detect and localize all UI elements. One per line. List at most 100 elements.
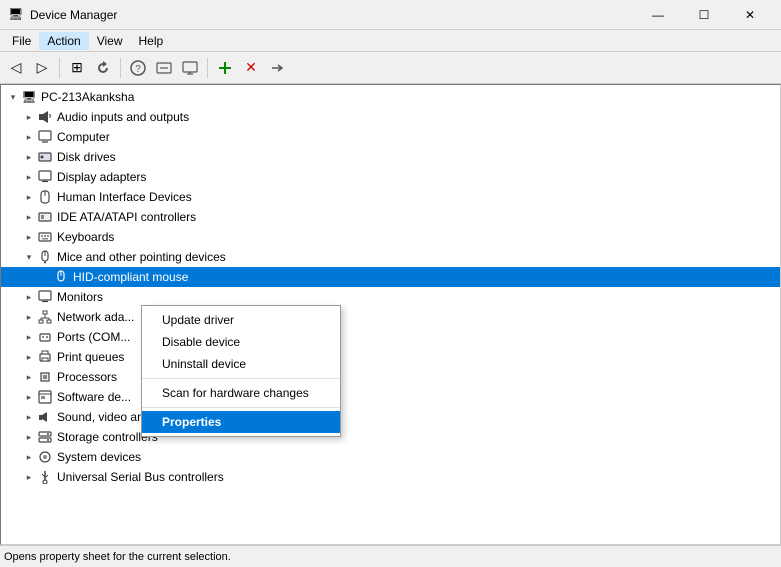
disable-device-label: Disable device bbox=[162, 335, 240, 349]
usb-expand-icon[interactable] bbox=[21, 469, 37, 485]
tree-item-disk[interactable]: Disk drives bbox=[1, 147, 780, 167]
storage-icon bbox=[37, 429, 53, 445]
tree-item-hid[interactable]: Human Interface Devices bbox=[1, 187, 780, 207]
tree-item-storage[interactable]: Storage controllers bbox=[1, 427, 780, 447]
tree-item-network[interactable]: Network ada... bbox=[1, 307, 780, 327]
system-label: System devices bbox=[57, 450, 141, 464]
network-expand-icon[interactable] bbox=[21, 309, 37, 325]
tree-item-monitors[interactable]: Monitors bbox=[1, 287, 780, 307]
main-panel: 🖥 PC-213Akanksha Audio inputs and output… bbox=[0, 84, 781, 545]
hid-mouse-label: HID-compliant mouse bbox=[73, 270, 188, 284]
close-button[interactable]: ✕ bbox=[727, 0, 773, 30]
processors-icon bbox=[37, 369, 53, 385]
tree-item-computer[interactable]: Computer bbox=[1, 127, 780, 147]
context-sep-1 bbox=[142, 378, 340, 379]
menu-help[interactable]: Help bbox=[131, 32, 172, 50]
display-label: Display adapters bbox=[57, 170, 146, 184]
usb-icon bbox=[37, 469, 53, 485]
computer-icon: 🖥 bbox=[21, 89, 37, 105]
title-bar-text: Device Manager bbox=[30, 8, 635, 22]
ports-expand-icon[interactable] bbox=[21, 329, 37, 345]
network-icon bbox=[37, 309, 53, 325]
computer-expand-icon[interactable] bbox=[21, 129, 37, 145]
software-label: Software de... bbox=[57, 390, 131, 404]
tree-item-audio[interactable]: Audio inputs and outputs bbox=[1, 107, 780, 127]
properties-label: Properties bbox=[162, 415, 221, 429]
disk-icon bbox=[37, 149, 53, 165]
tree-item-hid-mouse[interactable]: HID-compliant mouse bbox=[1, 267, 780, 287]
software-expand-icon[interactable] bbox=[21, 389, 37, 405]
context-scan-hardware[interactable]: Scan for hardware changes bbox=[142, 382, 340, 404]
display-button[interactable] bbox=[178, 56, 202, 80]
tree-item-keyboard[interactable]: Keyboards bbox=[1, 227, 780, 247]
tree-item-usb[interactable]: Universal Serial Bus controllers bbox=[1, 467, 780, 487]
ide-expand-icon[interactable] bbox=[21, 209, 37, 225]
tree-item-mice[interactable]: Mice and other pointing devices bbox=[1, 247, 780, 267]
minimize-button[interactable]: — bbox=[635, 0, 681, 30]
print-expand-icon[interactable] bbox=[21, 349, 37, 365]
system-expand-icon[interactable] bbox=[21, 449, 37, 465]
app-icon: 🖥 bbox=[8, 7, 24, 23]
toolbar-separator-1 bbox=[59, 58, 60, 78]
tree-item-ide[interactable]: IDE ATA/ATAPI controllers bbox=[1, 207, 780, 227]
context-properties[interactable]: Properties bbox=[142, 411, 340, 433]
hid-expand-icon[interactable] bbox=[21, 189, 37, 205]
mice-label: Mice and other pointing devices bbox=[57, 250, 226, 264]
update-button[interactable] bbox=[265, 56, 289, 80]
back-button[interactable]: ◁ bbox=[4, 56, 28, 80]
toolbar: ◁ ▷ ⊞ ? ✕ bbox=[0, 52, 781, 84]
tree-item-system[interactable]: System devices bbox=[1, 447, 780, 467]
maximize-button[interactable]: ☐ bbox=[681, 0, 727, 30]
tree-root[interactable]: 🖥 PC-213Akanksha bbox=[1, 87, 780, 107]
tree-item-print[interactable]: Print queues bbox=[1, 347, 780, 367]
svg-text:?: ? bbox=[135, 64, 141, 75]
status-bar: Opens property sheet for the current sel… bbox=[0, 545, 781, 567]
remove-button[interactable]: ✕ bbox=[239, 56, 263, 80]
menu-file[interactable]: File bbox=[4, 32, 39, 50]
device-tree[interactable]: 🖥 PC-213Akanksha Audio inputs and output… bbox=[1, 85, 780, 544]
sound-icon bbox=[37, 409, 53, 425]
mice-expand-icon[interactable] bbox=[21, 249, 37, 265]
add-driver-button[interactable] bbox=[213, 56, 237, 80]
tree-item-sound[interactable]: Sound, video and game controllers bbox=[1, 407, 780, 427]
hid-icon bbox=[37, 189, 53, 205]
hid-mouse-expand-icon bbox=[37, 269, 53, 285]
context-update-driver[interactable]: Update driver bbox=[142, 309, 340, 331]
scan-button[interactable] bbox=[152, 56, 176, 80]
ide-icon bbox=[37, 209, 53, 225]
software-icon bbox=[37, 389, 53, 405]
processors-expand-icon[interactable] bbox=[21, 369, 37, 385]
scan-hardware-label: Scan for hardware changes bbox=[162, 386, 309, 400]
tree-item-ports[interactable]: Ports (COM... bbox=[1, 327, 780, 347]
properties-button[interactable]: ⊞ bbox=[65, 56, 89, 80]
print-icon bbox=[37, 349, 53, 365]
ide-label: IDE ATA/ATAPI controllers bbox=[57, 210, 196, 224]
tree-item-software[interactable]: Software de... bbox=[1, 387, 780, 407]
mice-icon bbox=[37, 249, 53, 265]
context-uninstall-device[interactable]: Uninstall device bbox=[142, 353, 340, 375]
print-label: Print queues bbox=[57, 350, 124, 364]
title-bar: 🖥 Device Manager — ☐ ✕ bbox=[0, 0, 781, 30]
refresh-button[interactable] bbox=[91, 56, 115, 80]
menu-action[interactable]: Action bbox=[39, 32, 88, 50]
menu-view[interactable]: View bbox=[89, 32, 131, 50]
usb-label: Universal Serial Bus controllers bbox=[57, 470, 224, 484]
forward-button[interactable]: ▷ bbox=[30, 56, 54, 80]
root-expand-icon[interactable] bbox=[5, 89, 21, 105]
root-label: PC-213Akanksha bbox=[41, 90, 134, 104]
audio-expand-icon[interactable] bbox=[21, 109, 37, 125]
disk-expand-icon[interactable] bbox=[21, 149, 37, 165]
menu-bar: File Action View Help bbox=[0, 30, 781, 52]
help-button[interactable]: ? bbox=[126, 56, 150, 80]
tree-item-display[interactable]: Display adapters bbox=[1, 167, 780, 187]
monitors-expand-icon[interactable] bbox=[21, 289, 37, 305]
display-expand-icon[interactable] bbox=[21, 169, 37, 185]
storage-expand-icon[interactable] bbox=[21, 429, 37, 445]
context-disable-device[interactable]: Disable device bbox=[142, 331, 340, 353]
keyboard-expand-icon[interactable] bbox=[21, 229, 37, 245]
update-driver-label: Update driver bbox=[162, 313, 234, 327]
title-bar-controls: — ☐ ✕ bbox=[635, 0, 773, 30]
display-icon bbox=[37, 169, 53, 185]
tree-item-processors[interactable]: Processors bbox=[1, 367, 780, 387]
sound-expand-icon[interactable] bbox=[21, 409, 37, 425]
